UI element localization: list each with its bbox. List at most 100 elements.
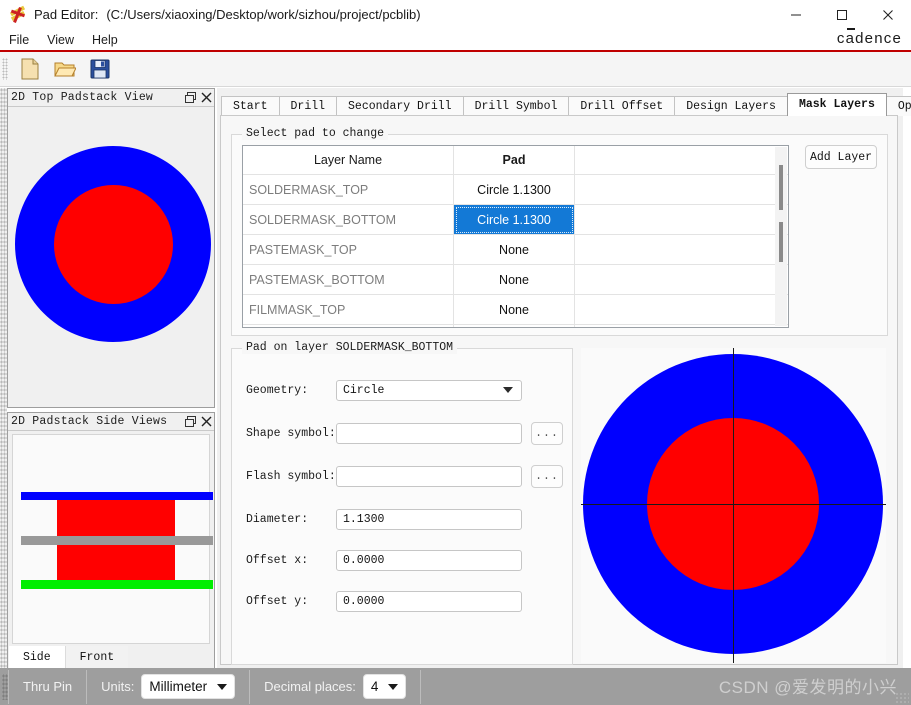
cell-blank: [574, 264, 788, 295]
table-row[interactable]: None: [243, 324, 788, 327]
table-row[interactable]: PASTEMASK_BOTTOM None: [243, 264, 788, 295]
soldermask-top-bar: [21, 492, 213, 500]
toolbar-grip[interactable]: [2, 58, 8, 80]
side-view-tab-side[interactable]: Side: [9, 646, 65, 668]
menu-item-view[interactable]: View: [38, 31, 83, 49]
side-views-body: Side Front: [9, 431, 213, 668]
new-file-button[interactable]: [14, 54, 45, 84]
save-icon: [90, 59, 109, 79]
tab-start[interactable]: Start: [221, 96, 280, 116]
cadence-logo: cadence: [836, 28, 902, 47]
window-controls: [773, 0, 911, 29]
table-scrollbar[interactable]: [775, 147, 787, 326]
tab-design-layers[interactable]: Design Layers: [674, 96, 788, 116]
status-divider: [420, 669, 422, 704]
flash-symbol-input[interactable]: [336, 465, 522, 487]
geometry-value: Circle: [343, 383, 385, 397]
table-scrollbar-thumb-upper[interactable]: [779, 165, 783, 210]
cell-layer-name: FILMMASK_TOP: [243, 294, 454, 325]
pad-preview-canvas[interactable]: [581, 348, 886, 663]
cell-pad-value-selected[interactable]: Circle 1.1300: [453, 204, 575, 235]
form-row-flash-symbol: Flash symbol: ...: [246, 464, 563, 488]
cell-pad-value[interactable]: None: [453, 294, 575, 325]
pad-inner-circle: [54, 185, 173, 304]
table-row[interactable]: FILMMASK_TOP None: [243, 294, 788, 325]
column-header-layer-name: Layer Name: [243, 146, 454, 175]
pad-on-layer-group-label: Pad on layer SOLDERMASK_BOTTOM: [242, 341, 458, 354]
table-scrollbar-thumb-lower[interactable]: [779, 222, 783, 262]
form-row-geometry: Geometry: Circle: [246, 379, 522, 401]
decimal-places-select[interactable]: 4: [362, 674, 407, 699]
table-row[interactable]: PASTEMASK_TOP None: [243, 234, 788, 265]
diameter-input[interactable]: 1.1300: [336, 508, 522, 530]
flash-symbol-browse-button[interactable]: ...: [531, 464, 563, 488]
side-view-canvas[interactable]: [12, 434, 213, 644]
tab-drill-symbol[interactable]: Drill Symbol: [462, 96, 570, 116]
geometry-label: Geometry:: [246, 383, 309, 397]
diameter-label: Diameter:: [246, 512, 309, 526]
float-icon[interactable]: [182, 415, 198, 429]
cell-blank: [574, 294, 788, 325]
cell-layer-name: SOLDERMASK_TOP: [243, 174, 454, 205]
geometry-select[interactable]: Circle: [336, 379, 522, 401]
add-layer-button[interactable]: Add Layer: [805, 145, 877, 169]
close-button[interactable]: [865, 0, 911, 29]
cell-pad-value[interactable]: Circle 1.1300: [453, 174, 575, 205]
side-view-tab-front[interactable]: Front: [64, 646, 129, 668]
pad-editor-icon: [9, 5, 27, 24]
shape-symbol-input[interactable]: [336, 422, 522, 444]
column-header-blank: [574, 146, 788, 175]
resize-grip[interactable]: [895, 692, 909, 704]
float-icon[interactable]: [182, 91, 198, 105]
offset-y-label: Offset y:: [246, 594, 309, 608]
save-button[interactable]: [84, 54, 115, 84]
preview-crosshair-horizontal: [581, 504, 886, 505]
select-pad-group: Select pad to change Layer Name Pad SOLD…: [231, 127, 888, 336]
menu-item-help[interactable]: Help: [83, 31, 127, 49]
select-pad-group-label: Select pad to change: [242, 127, 389, 140]
main-content-area: Start Drill Secondary Drill Drill Symbol…: [217, 88, 911, 668]
form-row-offset-y: Offset y: 0.0000: [246, 590, 522, 612]
pad-on-layer-group: Pad on layer SOLDERMASK_BOTTOM Geometry:…: [231, 341, 573, 665]
soldermask-bottom-bar: [21, 580, 213, 589]
close-icon[interactable]: [198, 415, 214, 429]
cell-layer-name: PASTEMASK_BOTTOM: [243, 264, 454, 295]
tab-drill[interactable]: Drill: [278, 96, 338, 116]
decimal-places-value: 4: [370, 679, 379, 694]
new-file-icon: [21, 58, 38, 80]
toolbar: [0, 52, 911, 87]
units-label: Units:: [101, 679, 135, 694]
maximize-button[interactable]: [819, 0, 865, 29]
table-row[interactable]: SOLDERMASK_BOTTOM Circle 1.1300: [243, 204, 788, 235]
tab-secondary-drill[interactable]: Secondary Drill: [336, 96, 464, 116]
layer-pad-table: Layer Name Pad SOLDERMASK_TOP Circle 1.1…: [243, 146, 788, 327]
form-row-diameter: Diameter: 1.1300: [246, 508, 522, 530]
shape-symbol-browse-button[interactable]: ...: [531, 421, 563, 445]
side-views-panel-header: 2D Padstack Side Views: [8, 413, 214, 431]
open-folder-button[interactable]: [49, 54, 80, 84]
cell-layer-name: PASTEMASK_TOP: [243, 234, 454, 265]
close-icon[interactable]: [198, 91, 214, 105]
minimize-button[interactable]: [773, 0, 819, 29]
cell-pad-value[interactable]: None: [453, 264, 575, 295]
cell-blank: [574, 204, 788, 235]
table-header-row: Layer Name Pad: [243, 146, 788, 175]
cell-pad-value[interactable]: None: [453, 324, 575, 327]
pad-editor-window: Pad Editor: (C:/Users/xiaoxing/Desktop/w…: [0, 0, 911, 705]
offset-y-input[interactable]: 0.0000: [336, 590, 522, 612]
cell-pad-value[interactable]: None: [453, 234, 575, 265]
tab-mask-layers[interactable]: Mask Layers: [786, 93, 887, 116]
left-dock-grip[interactable]: [0, 88, 7, 668]
pin-type-label: Thru Pin: [23, 679, 73, 694]
units-select[interactable]: Millimeter: [141, 674, 236, 699]
watermark-text: CSDN @爱发明的小兴: [718, 678, 897, 697]
chevron-down-icon: [217, 683, 228, 690]
decimal-places-label: Decimal places:: [264, 679, 356, 694]
conductor-bar: [21, 536, 213, 545]
menu-item-file[interactable]: File: [0, 31, 38, 49]
offset-x-input[interactable]: 0.0000: [336, 549, 522, 571]
tab-options[interactable]: Options: [885, 96, 911, 116]
top-padstack-canvas[interactable]: [9, 107, 213, 406]
tab-drill-offset[interactable]: Drill Offset: [568, 96, 676, 116]
table-row[interactable]: SOLDERMASK_TOP Circle 1.1300: [243, 174, 788, 205]
